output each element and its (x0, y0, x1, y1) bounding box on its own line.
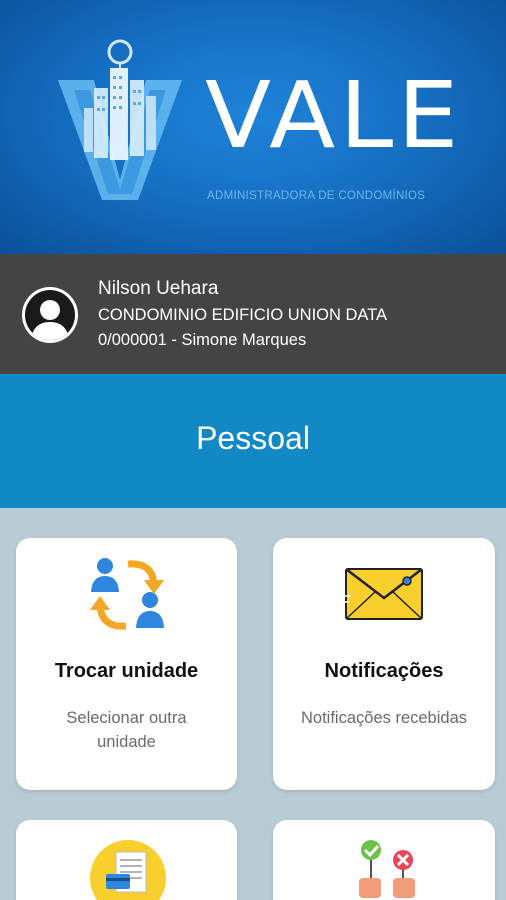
user-condominium: CONDOMINIO EDIFICIO UNION DATA (98, 306, 388, 324)
bill-payment-icon (90, 840, 166, 900)
vale-logo-icon (58, 39, 182, 200)
card-description: Selecionar outra unidade (66, 709, 187, 751)
card-description: Notificações recebidas (301, 709, 467, 727)
app-header-banner: VALE ADMINISTRADORA DE CONDOMÍNIOS (0, 0, 506, 254)
card-notificacoes[interactable]: Notificações Notificações recebidas (273, 538, 495, 790)
user-name: Nilson Uehara (98, 278, 219, 299)
swap-users-icon (90, 558, 164, 630)
user-unit: 0/000001 - Simone Marques (98, 331, 307, 349)
brand-subtitle: ADMINISTRADORA DE CONDOMÍNIOS (207, 190, 426, 202)
section-title: Pessoal (196, 420, 310, 456)
card-title: Notificações (324, 660, 444, 682)
card-boletos[interactable] (16, 820, 237, 900)
user-silhouette-icon (31, 300, 69, 340)
card-votacao[interactable] (273, 820, 495, 900)
envelope-icon (345, 568, 423, 620)
card-trocar-unidade[interactable]: Trocar unidade Selecionar outra unidade (16, 538, 237, 790)
brand-name: VALE (205, 62, 463, 169)
card-title: Trocar unidade (54, 660, 199, 682)
avatar[interactable] (22, 287, 78, 343)
vote-approve-reject-icon (359, 840, 415, 898)
